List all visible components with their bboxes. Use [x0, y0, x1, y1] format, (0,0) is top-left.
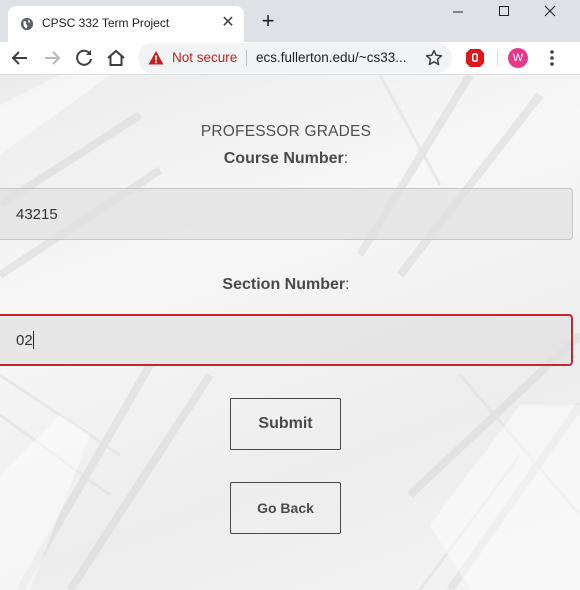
label-colon: : [345, 276, 350, 293]
go-back-button[interactable]: Go Back [230, 482, 341, 534]
window-close-icon[interactable] [528, 0, 572, 26]
extension-icon[interactable] [464, 47, 486, 69]
course-number-label: Course Number: [0, 150, 572, 168]
address-divider [246, 50, 247, 66]
text-cursor [33, 331, 34, 349]
course-number-label-text: Course Number [223, 150, 344, 167]
toolbar-divider [497, 50, 498, 66]
menu-kebab-icon[interactable] [540, 46, 564, 70]
course-number-input[interactable] [0, 188, 573, 240]
address-bar[interactable]: Not secure ecs.fullerton.edu/~cs33... [138, 43, 452, 73]
maximize-icon[interactable] [482, 0, 526, 26]
security-status[interactable]: Not secure [172, 50, 237, 65]
page-title: PROFESSOR GRADES [200, 123, 372, 140]
page-content: PROFESSOR GRADES Course Number: Section … [0, 75, 580, 590]
browser-tab[interactable]: CPSC 332 Term Project ✕ [8, 6, 244, 42]
tab-title: CPSC 332 Term Project [42, 16, 170, 30]
globe-icon [20, 17, 34, 31]
section-number-label-text: Section Number [222, 276, 346, 293]
warning-icon[interactable] [148, 50, 164, 66]
new-tab-icon[interactable]: + [256, 10, 280, 34]
close-tab-icon[interactable]: ✕ [218, 13, 238, 33]
minimize-icon[interactable] [436, 0, 480, 26]
browser-toolbar: Not secure ecs.fullerton.edu/~cs33... W [0, 42, 580, 74]
label-colon: : [343, 150, 349, 167]
reload-icon[interactable] [72, 46, 96, 70]
title-bar: CPSC 332 Term Project ✕ + [0, 0, 580, 42]
submit-button[interactable]: Submit [230, 398, 341, 450]
forward-arrow-icon[interactable] [40, 46, 64, 70]
bookmark-star-icon[interactable] [424, 48, 444, 68]
url-text[interactable]: ecs.fullerton.edu/~cs33... [256, 50, 406, 65]
back-arrow-icon[interactable] [8, 46, 32, 70]
home-icon[interactable] [104, 46, 128, 70]
section-number-label: Section Number: [0, 276, 572, 294]
profile-avatar[interactable]: W [508, 48, 528, 68]
section-number-input[interactable] [0, 314, 573, 366]
